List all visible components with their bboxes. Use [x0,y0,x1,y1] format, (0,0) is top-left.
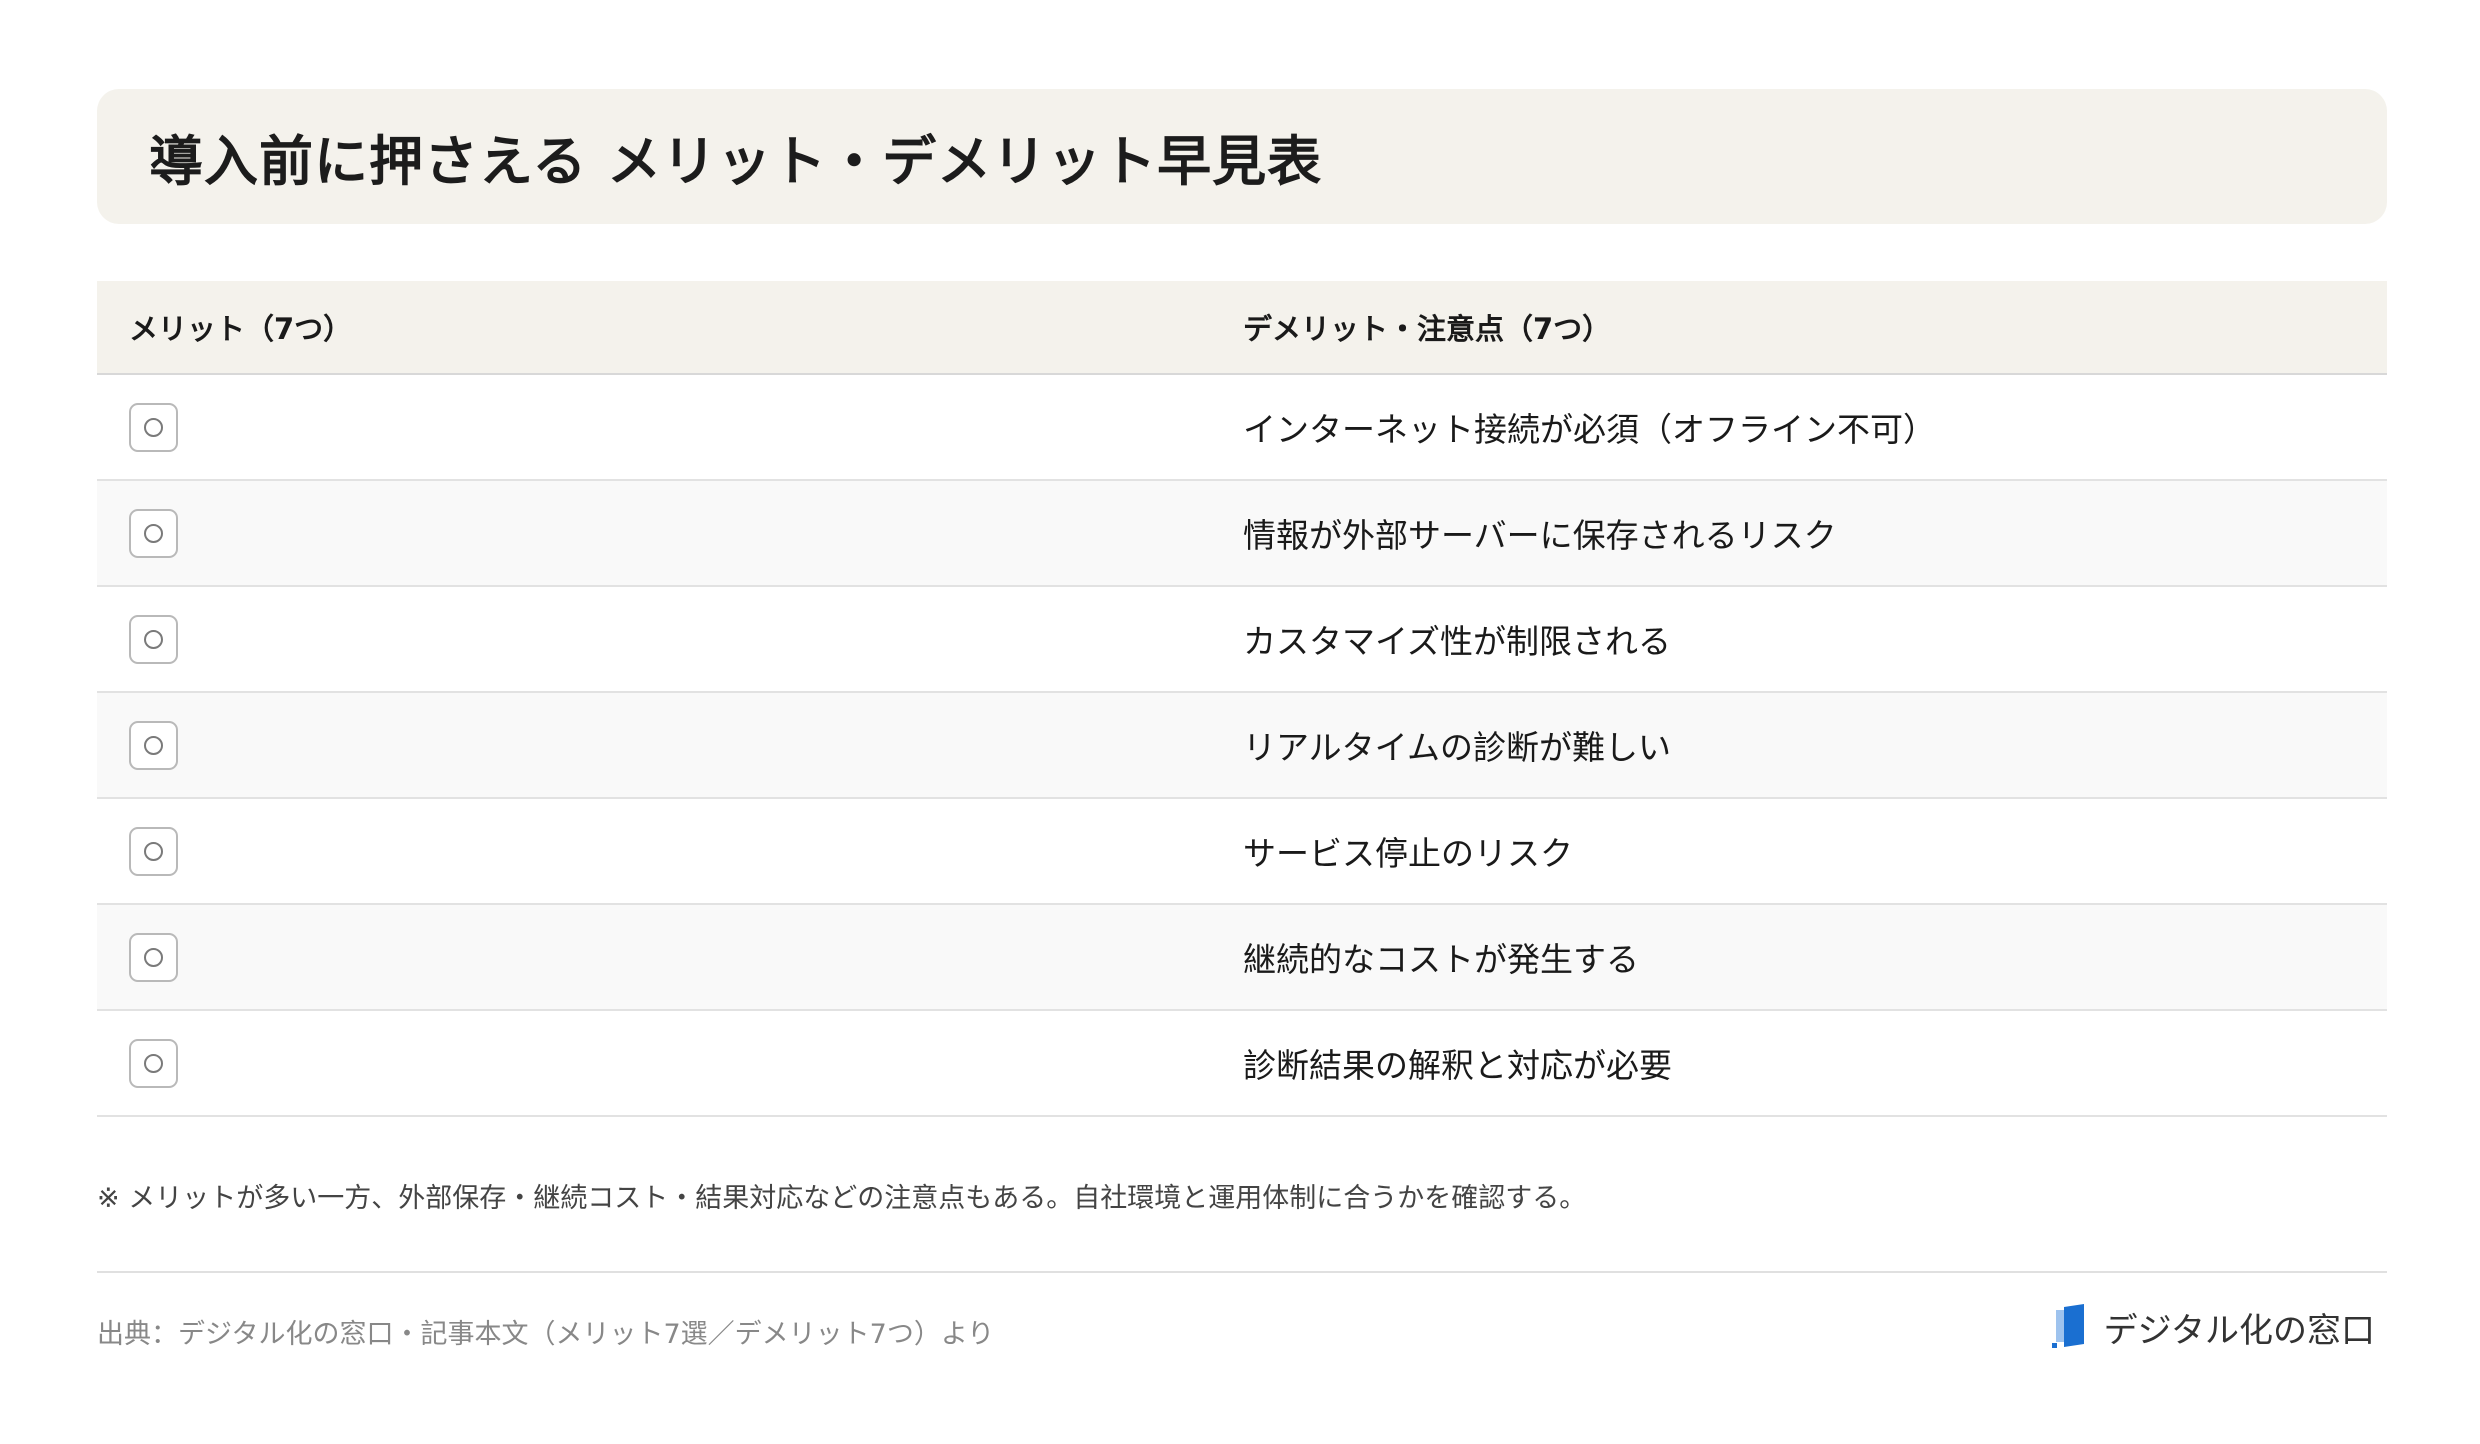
circle-mark-icon [129,1038,178,1088]
circle-mark-icon [129,826,178,876]
circle-mark-icon [129,508,178,558]
merit-cell [97,402,1243,452]
comparison-table: メリット（7つ） デメリット・注意点（7つ） インターネット接続が必須（オフライ… [97,281,2387,1117]
demerit-cell: リアルタイムの診断が難しい [1243,728,1672,767]
circle-mark-icon [129,932,178,982]
divider [97,1271,2387,1273]
table-row: 診断結果の解釈と対応が必要 [97,1011,2387,1117]
table-row: カスタマイズ性が制限される [97,587,2387,693]
circle-mark-icon [129,402,178,452]
table-row: 情報が外部サーバーに保存されるリスク [97,481,2387,587]
table-header: メリット（7つ） デメリット・注意点（7つ） [97,281,2387,375]
header-demerit: デメリット・注意点（7つ） [1243,312,1612,346]
book-logo-icon [2051,1303,2092,1352]
brand-logo: デジタル化の窓口 [2051,1303,2375,1352]
footnote: ※ メリットが多い一方、外部保存・継続コスト・結果対応などの注意点もある。自社環… [97,1183,1587,1214]
header-merit: メリット（7つ） [129,312,353,346]
demerit-cell: インターネット接続が必須（オフライン不可） [1243,410,1936,449]
demerit-cell: 診断結果の解釈と対応が必要 [1243,1046,1672,1085]
merit-cell [97,614,1243,664]
table-row: 継続的なコストが発生する [97,905,2387,1011]
circle-mark-icon [129,720,178,770]
merit-cell [97,720,1243,770]
demerit-cell: 情報が外部サーバーに保存されるリスク [1243,516,1837,555]
table-row: サービス停止のリスク [97,799,2387,905]
merit-cell [97,826,1243,876]
demerit-cell: 継続的なコストが発生する [1243,940,1639,979]
circle-mark-icon [129,614,178,664]
merit-cell [97,932,1243,982]
page-title: 導入前に押さえる メリット・デメリット早見表 [149,130,1323,193]
title-banner: 導入前に押さえる メリット・デメリット早見表 [97,89,2387,224]
merit-cell [97,1038,1243,1088]
demerit-cell: カスタマイズ性が制限される [1243,622,1672,661]
source-credit: 出典：デジタル化の窓口・記事本文（メリット7選／デメリット7つ）より [97,1319,995,1350]
table-row: インターネット接続が必須（オフライン不可） [97,375,2387,481]
demerit-cell: サービス停止のリスク [1243,834,1573,873]
merit-cell [97,508,1243,558]
brand-name: デジタル化の窓口 [2103,1311,2375,1351]
table-row: リアルタイムの診断が難しい [97,693,2387,799]
